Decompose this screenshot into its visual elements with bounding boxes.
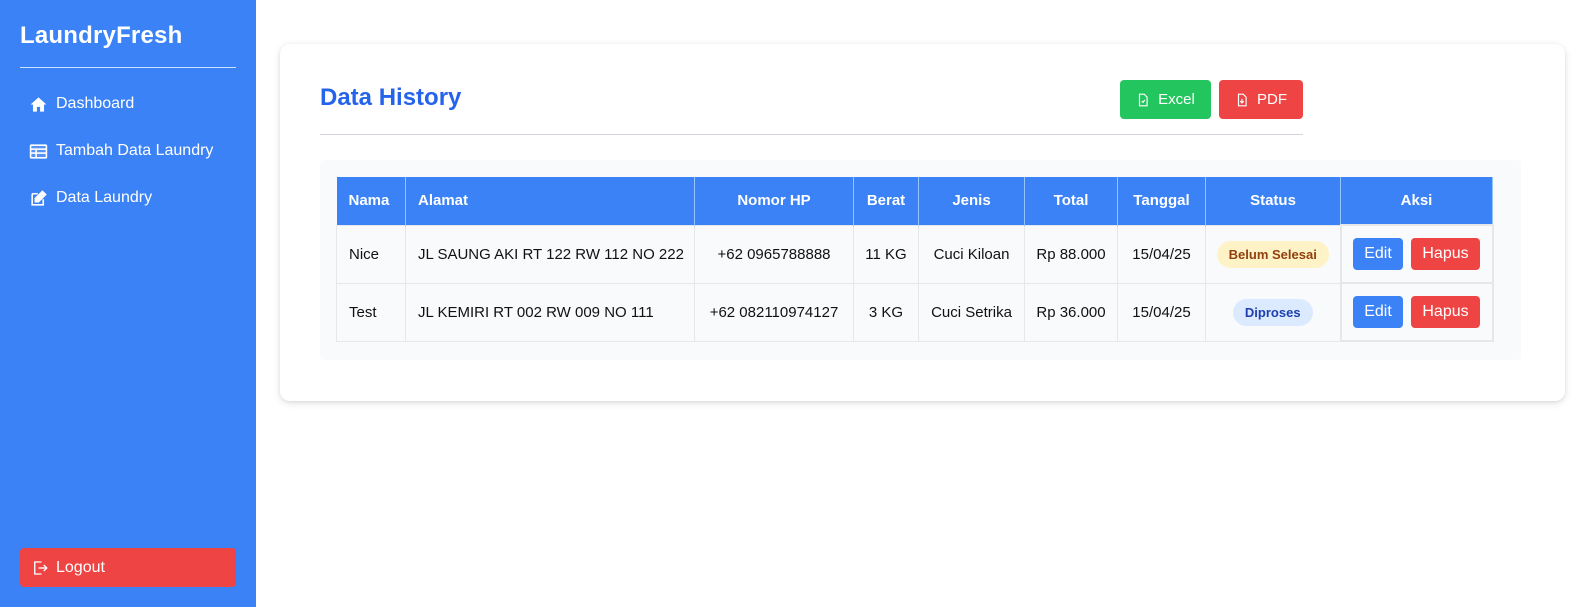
status-badge: Belum Selesai (1216, 240, 1329, 268)
table-container: Nama Alamat Nomor HP Berat Jenis Total T… (320, 160, 1521, 360)
edit-button[interactable]: Edit (1353, 296, 1403, 328)
history-table: Nama Alamat Nomor HP Berat Jenis Total T… (336, 177, 1494, 342)
cell-aksi: Edit Hapus (1339, 224, 1494, 284)
cell-aksi: Edit Hapus (1339, 282, 1494, 342)
edit-icon (28, 188, 48, 208)
export-pdf-button[interactable]: PDF (1219, 80, 1303, 119)
cell-tanggal: 15/04/25 (1117, 282, 1206, 342)
delete-button[interactable]: Hapus (1411, 296, 1480, 328)
file-excel-icon (1136, 93, 1150, 107)
sidebar-item-label: Dashboard (56, 95, 135, 112)
column-header-total: Total (1024, 177, 1118, 225)
cell-nama: Nice (336, 224, 406, 284)
column-header-tanggal: Tanggal (1117, 177, 1206, 225)
column-header-jenis: Jenis (918, 177, 1025, 225)
sidebar-item-dashboard[interactable]: Dashboard (28, 91, 134, 117)
cell-jenis: Cuci Kiloan (918, 224, 1025, 284)
logout-label: Logout (56, 558, 105, 576)
sidebar: LaundryFresh Dashboard Tambah Data Laund… (0, 0, 256, 607)
brand-divider (20, 67, 236, 68)
cell-total: Rp 88.000 (1024, 224, 1118, 284)
export-pdf-label: PDF (1257, 91, 1287, 108)
column-header-aksi: Aksi (1340, 177, 1493, 225)
cell-total: Rp 36.000 (1024, 282, 1118, 342)
cell-status: Belum Selesai (1205, 224, 1341, 284)
sidebar-item-tambah-data[interactable]: Tambah Data Laundry (28, 138, 213, 164)
table-header-row: Nama Alamat Nomor HP Berat Jenis Total T… (336, 177, 1493, 225)
delete-button[interactable]: Hapus (1411, 238, 1480, 270)
table-icon (28, 141, 48, 161)
page-title: Data History (320, 84, 462, 111)
sidebar-item-label: Tambah Data Laundry (56, 142, 214, 159)
brand-logo[interactable]: LaundryFresh (20, 22, 182, 50)
column-header-status: Status (1205, 177, 1341, 225)
status-badge: Diproses (1232, 298, 1313, 326)
column-header-nomor-hp: Nomor HP (694, 177, 854, 225)
cell-alamat: JL KEMIRI RT 002 RW 009 NO 111 (405, 282, 695, 342)
export-excel-label: Excel (1158, 91, 1195, 108)
cell-nomor-hp: +62 0965788888 (694, 224, 854, 284)
file-pdf-icon (1235, 93, 1249, 107)
table-row: Nice JL SAUNG AKI RT 122 RW 112 NO 222 +… (336, 224, 1494, 284)
cell-nama: Test (336, 282, 406, 342)
column-header-alamat: Alamat (405, 177, 695, 225)
history-card: Data History Excel PDF Nama Alamat Nomor… (280, 44, 1565, 401)
cell-status: Diproses (1205, 282, 1341, 342)
logout-button[interactable]: Logout (20, 548, 236, 587)
cell-nomor-hp: +62 082110974127 (694, 282, 854, 342)
cell-berat: 11 KG (853, 224, 919, 284)
table-row: Test JL KEMIRI RT 002 RW 009 NO 111 +62 … (336, 282, 1494, 342)
logout-icon (31, 559, 49, 577)
cell-tanggal: 15/04/25 (1117, 224, 1206, 284)
cell-jenis: Cuci Setrika (918, 282, 1025, 342)
cell-alamat: JL SAUNG AKI RT 122 RW 112 NO 222 (405, 224, 695, 284)
sidebar-item-label: Data Laundry (56, 189, 153, 206)
column-header-nama: Nama (336, 177, 406, 225)
home-icon (28, 94, 48, 114)
column-header-berat: Berat (853, 177, 919, 225)
cell-berat: 3 KG (853, 282, 919, 342)
export-excel-button[interactable]: Excel (1120, 80, 1211, 119)
edit-button[interactable]: Edit (1353, 238, 1403, 270)
sidebar-item-data-laundry[interactable]: Data Laundry (28, 185, 152, 211)
title-divider (320, 134, 1303, 135)
